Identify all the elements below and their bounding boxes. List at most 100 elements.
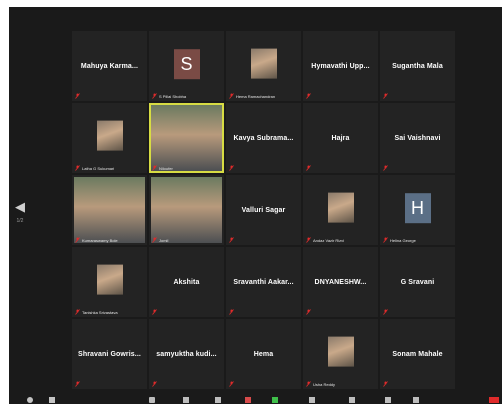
participant-tile[interactable]: Niloufer [149,103,224,173]
zoom-gallery-window: ◀ 1/2 Mahuya Karma... S S Pillai Shobha Hem… [9,7,502,404]
muted-mic-icon [383,165,388,171]
muted-mic-icon [229,237,234,243]
participant-tile[interactable]: Jomil [149,175,224,245]
chevron-left-icon: ◀ [15,199,25,214]
chat-icon[interactable] [215,397,221,403]
participant-tile[interactable]: Hema Ramachandran [226,31,301,101]
participant-label [306,165,313,171]
participant-tile[interactable]: samyuktha kudi... [149,319,224,389]
muted-mic-icon [306,381,311,387]
participant-label [383,165,390,171]
participant-name: Valluri Sagar [241,206,286,214]
participant-name: Shravani Gowris... [78,350,141,358]
participant-label: Niloufer [152,165,173,171]
record-icon[interactable] [309,397,315,403]
participant-label: Kumaraswamy Bole [75,237,118,243]
participant-name: Sonam Mahale [392,350,443,358]
video-feed [151,177,222,243]
participant-tile[interactable]: Mahuya Karma... [72,31,147,101]
audio-icon[interactable] [27,397,33,403]
participant-tile[interactable]: G Sravani [380,247,455,317]
profile-photo [96,264,123,295]
muted-mic-icon [152,237,157,243]
profile-photo [327,336,354,367]
participants-icon[interactable] [183,397,189,403]
participant-label: Usha Reddy [306,381,335,387]
notification-icon[interactable] [245,397,251,403]
muted-mic-icon [152,93,157,99]
muted-mic-icon [306,309,311,315]
participant-tile[interactable]: Hajra [303,103,378,173]
participant-tile[interactable]: Hymavathi Upp... [303,31,378,101]
participant-label-text: Usha Reddy [313,381,336,387]
participant-label-text: Andaz Vazir Rizvi [313,237,345,243]
participant-label: Hema Ramachandran [229,93,275,99]
participant-label [306,93,313,99]
participant-name: Hema [253,350,274,358]
share-screen-icon[interactable] [272,397,278,403]
participant-label [75,381,82,387]
participant-tile[interactable]: Sravanthi Aakar... [226,247,301,317]
participant-label-text: Hema Ramachandran [236,93,276,99]
muted-mic-icon [229,93,234,99]
more-icon[interactable] [413,397,419,403]
participant-tile[interactable]: Kumaraswamy Bole [72,175,147,245]
participant-name: G Sravani [400,278,435,286]
participant-label [383,309,390,315]
participant-grid: Mahuya Karma... S S Pillai Shobha Hema Rama… [72,31,455,389]
video-icon[interactable] [49,397,55,403]
avatar-letter: H [404,193,431,224]
participant-label [306,309,313,315]
participant-name: Hymavathi Upp... [311,62,370,70]
muted-mic-icon [306,237,311,243]
security-icon[interactable] [149,397,155,403]
participant-tile[interactable]: Valluri Sagar [226,175,301,245]
participant-name: Akshita [173,278,200,286]
reactions-icon[interactable] [349,397,355,403]
muted-mic-icon [383,381,388,387]
participant-label: Helina George [383,237,416,243]
muted-mic-icon [229,309,234,315]
participant-label [75,93,82,99]
participant-label [383,381,390,387]
participant-tile[interactable]: Hema [226,319,301,389]
participant-label: Latha G Sukumari [75,165,114,171]
participant-name: Hajra [331,134,350,142]
participant-tile[interactable]: Sonam Mahale [380,319,455,389]
apps-icon[interactable] [385,397,391,403]
participant-label [383,93,390,99]
participant-tile[interactable]: Shravani Gowris... [72,319,147,389]
meeting-toolbar [9,392,502,404]
participant-tile[interactable]: Usha Reddy [303,319,378,389]
muted-mic-icon [229,165,234,171]
muted-mic-icon [75,381,80,387]
participant-label-text: Helina George [390,237,416,243]
participant-label-text: Jomil [159,237,169,243]
participant-label-text: Kumaraswamy Bole [82,237,118,243]
participant-tile[interactable]: Sai Vaishnavi [380,103,455,173]
participant-label: Andaz Vazir Rizvi [306,237,344,243]
participant-label: S Pillai Shobha [152,93,186,99]
previous-page-button[interactable]: ◀ 1/2 [13,200,27,240]
participant-name: Sravanthi Aakar... [233,278,294,286]
participant-tile[interactable]: Andaz Vazir Rizvi [303,175,378,245]
participant-tile[interactable]: Tanishka Srivastava [72,247,147,317]
muted-mic-icon [75,93,80,99]
muted-mic-icon [75,237,80,243]
participant-tile[interactable]: Sugantha Mala [380,31,455,101]
participant-tile[interactable]: S S Pillai Shobha [149,31,224,101]
end-meeting-button[interactable] [489,397,499,403]
participant-label [152,309,159,315]
muted-mic-icon [306,165,311,171]
participant-label-text: Latha G Sukumari [82,165,115,171]
muted-mic-icon [152,309,157,315]
participant-tile[interactable]: DNYANESHW... [303,247,378,317]
participant-tile[interactable]: Kavya Subrama... [226,103,301,173]
avatar-letter: S [173,49,200,80]
participant-name: Mahuya Karma... [80,62,139,70]
participant-tile[interactable]: Latha G Sukumari [72,103,147,173]
participant-tile[interactable]: Akshita [149,247,224,317]
muted-mic-icon [75,165,80,171]
participant-tile[interactable]: H Helina George [380,175,455,245]
page-indicator: 1/2 [16,218,24,224]
